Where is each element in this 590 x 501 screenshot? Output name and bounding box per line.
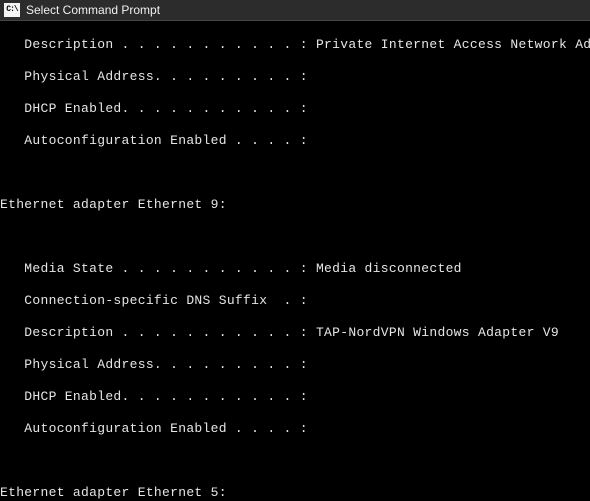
output-line: Physical Address. . . . . . . . . : [0, 357, 590, 373]
cmd-icon-text: C:\ [6, 6, 17, 14]
cmd-prompt-icon: C:\ [4, 3, 20, 17]
output-line: Description . . . . . . . . . . . : Priv… [0, 37, 590, 53]
terminal-output[interactable]: Description . . . . . . . . . . . : Priv… [0, 21, 590, 501]
output-line [0, 229, 590, 245]
output-line: Autoconfiguration Enabled . . . . : [0, 133, 590, 149]
output-line: DHCP Enabled. . . . . . . . . . . : [0, 101, 590, 117]
output-line: Connection-specific DNS Suffix . : [0, 293, 590, 309]
output-line: Ethernet adapter Ethernet 5: [0, 485, 590, 501]
output-line [0, 165, 590, 181]
window-titlebar[interactable]: C:\ Select Command Prompt [0, 0, 590, 21]
window-title: Select Command Prompt [26, 3, 160, 17]
output-line: Physical Address. . . . . . . . . : [0, 69, 590, 85]
output-line: Description . . . . . . . . . . . : TAP-… [0, 325, 590, 341]
output-line: Autoconfiguration Enabled . . . . : [0, 421, 590, 437]
output-line [0, 453, 590, 469]
output-line: Ethernet adapter Ethernet 9: [0, 197, 590, 213]
output-line: Media State . . . . . . . . . . . : Medi… [0, 261, 590, 277]
output-line: DHCP Enabled. . . . . . . . . . . : [0, 389, 590, 405]
